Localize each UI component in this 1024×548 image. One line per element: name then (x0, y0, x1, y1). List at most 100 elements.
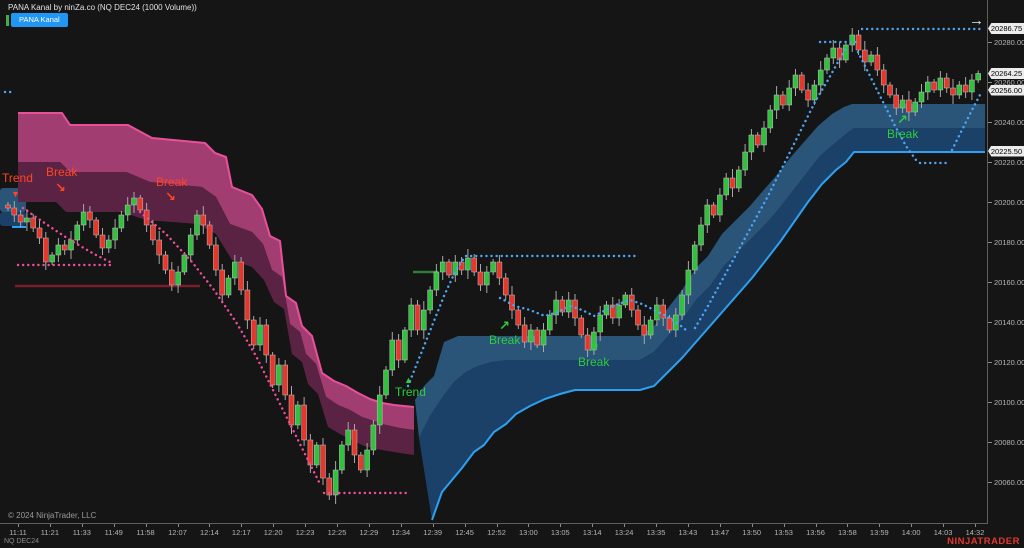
candle-body (799, 75, 804, 90)
candle-body (730, 178, 735, 188)
candle-body (780, 95, 785, 105)
candle-body (100, 235, 105, 248)
time-tick-label: 12:25 (328, 528, 347, 537)
candle-body (163, 255, 168, 270)
candle-body (371, 425, 376, 450)
candle-body (415, 305, 420, 330)
candle-body (755, 135, 760, 145)
candle-body (925, 82, 930, 92)
break-arrow-icon: ↗ (897, 112, 908, 127)
candle-body (913, 102, 918, 112)
candle-body (440, 262, 445, 272)
candle-body (56, 245, 61, 255)
price-tick-label: 20180.00 (994, 238, 1024, 247)
candle-body (245, 290, 250, 320)
candle-body (472, 258, 477, 272)
candle-body (465, 258, 470, 270)
trend-arrow-icon: ▲ (404, 375, 413, 385)
candle-body (169, 270, 174, 285)
candle-body (900, 100, 905, 108)
candle-body (62, 245, 67, 250)
candle-body (951, 88, 956, 95)
ninjatrader-brand-text: NINJATRADER (947, 536, 1020, 547)
candle-body (81, 212, 86, 225)
price-tick-label: 20200.00 (994, 198, 1024, 207)
instrument-tab[interactable]: NQ DEC24 (4, 538, 39, 545)
candle-body (579, 318, 584, 335)
candle-body (906, 100, 911, 112)
time-tick-label: 12:17 (232, 528, 251, 537)
candle-body (352, 430, 357, 455)
trend-label: Trend (2, 171, 33, 185)
candle-body (888, 85, 893, 95)
candle-body (409, 305, 414, 330)
candle-body (289, 395, 294, 425)
candle-body (251, 320, 256, 345)
copyright-text: © 2024 NinjaTrader, LLC (8, 511, 96, 520)
time-tick-mark (273, 524, 274, 527)
time-tick-mark (305, 524, 306, 527)
candle-body (308, 440, 313, 465)
price-tick-mark (988, 362, 992, 363)
candle-body (667, 318, 672, 330)
time-axis[interactable]: 11:1111:2111:3311:4911:5812:0712:1412:17… (0, 523, 987, 548)
candle-body (516, 310, 521, 325)
candle-body (528, 330, 533, 342)
time-tick-label: 12:23 (296, 528, 315, 537)
candle-body (762, 128, 767, 145)
time-tick-mark (847, 524, 848, 527)
time-tick-label: 14:00 (902, 528, 921, 537)
candle-body (428, 290, 433, 310)
time-tick-mark (816, 524, 817, 527)
time-tick-mark (688, 524, 689, 527)
time-tick-mark (50, 524, 51, 527)
candle-body (793, 75, 798, 88)
candle-body (314, 445, 319, 465)
time-tick-mark (911, 524, 912, 527)
candle-body (157, 240, 162, 255)
candle-body (358, 455, 363, 470)
time-tick-label: 11:11 (9, 528, 27, 537)
candle-body (447, 262, 452, 275)
candle-body (346, 430, 351, 445)
price-axis[interactable]: 20280.0020260.0020240.0020220.0020200.00… (987, 0, 1024, 524)
price-marker-tag: 20264.25 (988, 68, 1024, 79)
time-tick-label: 12:52 (487, 528, 506, 537)
time-tick-label: 11:58 (136, 528, 154, 537)
candle-body (50, 255, 55, 262)
candle-body (195, 215, 200, 235)
candle-body (875, 55, 880, 70)
go-to-latest-arrow-icon[interactable]: → (969, 12, 984, 29)
time-tick-label: 12:14 (200, 528, 219, 537)
candle-body (283, 365, 288, 395)
time-tick-mark (975, 524, 976, 527)
price-tick-label: 20140.00 (994, 318, 1024, 327)
time-tick-label: 13:47 (710, 528, 729, 537)
time-tick-mark (560, 524, 561, 527)
time-tick-mark (879, 524, 880, 527)
price-tick-mark (988, 282, 992, 283)
price-tick-mark (988, 442, 992, 443)
candle-body (264, 325, 269, 355)
time-tick-label: 13:58 (838, 528, 857, 537)
time-tick-label: 13:05 (551, 528, 570, 537)
candle-body (220, 270, 225, 295)
candle-body (787, 88, 792, 105)
ninjatrader-chart-window: PANA Kanal by ninZa.co (NQ DEC24 (1000 V… (0, 0, 1024, 548)
time-tick-mark (465, 524, 466, 527)
price-chart-canvas[interactable]: Trend▼Break↘Break↘Trend▲Break↗Break↗Brea… (0, 0, 987, 524)
time-tick-mark (369, 524, 370, 527)
candle-body (176, 272, 181, 285)
candle-body (31, 218, 36, 228)
break-label: Break (578, 355, 610, 369)
candle-body (478, 272, 483, 285)
price-marker-tag: 20256.00 (988, 85, 1024, 96)
break-label: Break (46, 165, 78, 179)
price-tick-mark (988, 202, 992, 203)
time-tick-mark (178, 524, 179, 527)
candle-body (302, 405, 307, 440)
time-tick-label: 13:59 (870, 528, 889, 537)
time-tick-mark (241, 524, 242, 527)
price-tick-mark (988, 122, 992, 123)
candle-body (232, 262, 237, 278)
